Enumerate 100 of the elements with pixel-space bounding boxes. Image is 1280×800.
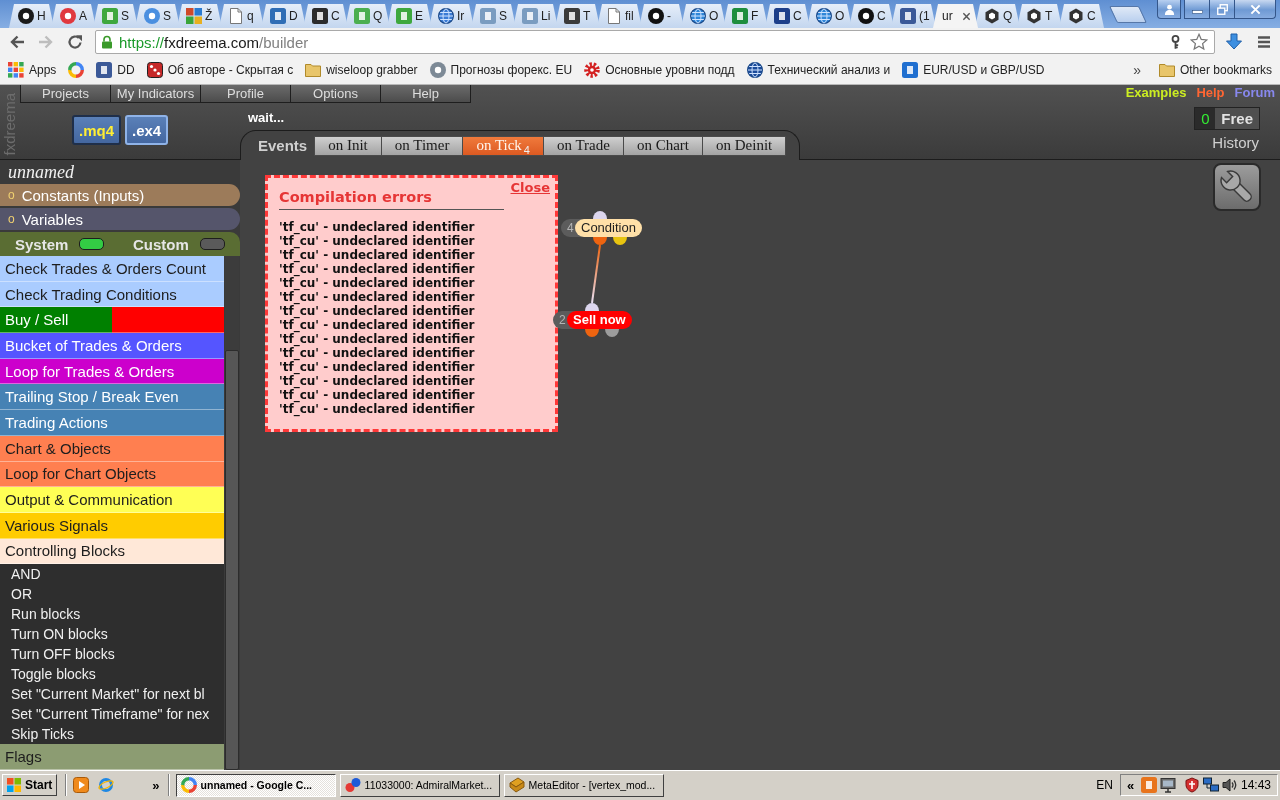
menu-tab[interactable]: Help <box>380 85 471 103</box>
bookmark[interactable]: Apps <box>8 59 57 81</box>
input-port-icon[interactable] <box>585 303 599 311</box>
browser-tab[interactable]: Li <box>513 4 558 28</box>
menu-icon[interactable] <box>1256 34 1272 50</box>
block-item[interactable]: Set "Current Timeframe" for nex <box>0 704 224 725</box>
profile-button[interactable] <box>1157 0 1181 19</box>
file-type-button[interactable]: .ex4 <box>125 115 169 145</box>
bookmark[interactable]: Технический анализ и <box>746 59 891 81</box>
browser-tab[interactable]: F <box>723 4 768 28</box>
network-icon[interactable] <box>1202 777 1219 793</box>
bookmark[interactable]: Прогнозы форекс. EU <box>429 59 573 81</box>
taskbar-button[interactable]: unnamed - Google C... <box>175 773 336 797</box>
category-item[interactable]: Check Trading Conditions <box>0 281 224 308</box>
browser-tab[interactable]: C <box>303 4 348 28</box>
browser-tab[interactable]: E <box>387 4 432 28</box>
category-item[interactable]: Chart & Objects <box>0 435 224 462</box>
block-node[interactable]: Sell now <box>567 311 632 329</box>
category-item[interactable]: Various Signals <box>0 512 224 539</box>
bookmark[interactable]: Об авторе - Скрытая с <box>146 59 294 81</box>
close-button[interactable] <box>1234 0 1276 19</box>
header-link[interactable]: Examples <box>1125 85 1187 100</box>
quick-launch-chevron[interactable]: » <box>152 777 160 793</box>
reload-icon[interactable] <box>67 34 83 50</box>
shield-icon[interactable] <box>1183 777 1200 793</box>
toggle-switch[interactable] <box>199 238 225 250</box>
browser-tab[interactable]: Ir <box>429 4 474 28</box>
restore-button[interactable] <box>1209 0 1235 19</box>
output-port-icon[interactable] <box>613 237 627 245</box>
play-icon[interactable] <box>73 777 90 793</box>
section-bar[interactable]: o Variables <box>0 208 240 230</box>
browser-tab[interactable]: (1 <box>891 4 936 28</box>
output-port-icon[interactable] <box>585 329 599 337</box>
menu-tab[interactable]: Options <box>290 85 381 103</box>
browser-tab[interactable]: q <box>219 4 264 28</box>
category-item[interactable]: Buy / Sell <box>0 307 224 334</box>
browser-tab[interactable]: A <box>51 4 96 28</box>
bookmark[interactable]: wiseloop grabber <box>305 59 418 81</box>
category-item[interactable]: Loop for Trades & Orders <box>0 358 224 385</box>
category-item[interactable]: Loop for Chart Objects <box>0 461 224 488</box>
browser-tab[interactable]: Ž <box>177 4 222 28</box>
address-field[interactable]: https://fxdreema.com/builder <box>95 30 1215 54</box>
browser-tab[interactable]: Q <box>345 4 390 28</box>
event-tab[interactable]: on Timer <box>380 135 464 156</box>
toggle-switch[interactable] <box>79 238 105 250</box>
block-item[interactable]: Run blocks <box>0 604 224 625</box>
close-icon[interactable] <box>961 11 971 21</box>
browser-tab[interactable]: O <box>807 4 852 28</box>
minimize-button[interactable] <box>1184 0 1210 19</box>
block-item[interactable]: Set "Current Market" for next bl <box>0 684 224 705</box>
block-item[interactable]: Turn OFF blocks <box>0 644 224 665</box>
category-item[interactable]: Check Trades & Orders Count <box>0 256 224 282</box>
taskbar-button[interactable]: 11033000: AdmiralMarket... <box>339 773 500 797</box>
menu-tab[interactable]: My Indicators <box>110 85 201 103</box>
block-item[interactable]: Skip Ticks <box>0 724 224 745</box>
block-item[interactable]: OR <box>0 584 224 605</box>
event-tab[interactable]: on Trade <box>543 135 624 156</box>
block-node[interactable]: Condition <box>575 219 642 237</box>
key-icon[interactable] <box>1171 34 1180 50</box>
category-item[interactable]: Output & Communication <box>0 487 224 513</box>
scrollbar-thumb[interactable] <box>225 350 239 770</box>
browser-tab[interactable]: S <box>93 4 138 28</box>
block-item[interactable]: Toggle blocks <box>0 664 224 685</box>
browser-tab[interactable]: D <box>261 4 306 28</box>
star-icon[interactable] <box>1190 33 1208 51</box>
bookmark[interactable] <box>68 59 85 81</box>
category-item[interactable]: Controlling Blocks <box>0 538 224 565</box>
browser-tab[interactable]: H <box>9 4 54 28</box>
bookmark[interactable]: EUR/USD и GBP/USD <box>902 59 1045 81</box>
browser-tab[interactable]: T <box>1017 4 1062 28</box>
browser-tab[interactable]: O <box>681 4 726 28</box>
download-icon[interactable] <box>1225 33 1243 51</box>
browser-tab[interactable]: C <box>849 4 894 28</box>
bookmark-folder[interactable]: Other bookmarks <box>1158 59 1272 81</box>
category-item[interactable]: Trading Actions <box>0 410 224 436</box>
browser-tab[interactable]: S <box>135 4 180 28</box>
tools-button[interactable] <box>1213 163 1261 211</box>
block-item[interactable]: AND <box>0 564 224 585</box>
bookmark[interactable]: Основные уровни подд <box>584 59 735 81</box>
browser-tab[interactable]: C <box>765 4 810 28</box>
taskbar-button[interactable]: MetaEditor - [vertex_mod... <box>503 773 664 797</box>
browser-tab[interactable]: C <box>1059 4 1104 28</box>
menu-tab[interactable]: Projects <box>20 85 111 103</box>
category-item[interactable]: Bucket of Trades & Orders <box>0 333 224 359</box>
start-button[interactable]: Start <box>2 774 58 796</box>
browser-tab[interactable]: ur <box>933 4 978 28</box>
browser-tab[interactable]: S <box>471 4 516 28</box>
output-port-icon[interactable] <box>593 237 607 245</box>
browser-tab[interactable]: Q <box>975 4 1020 28</box>
menu-tab[interactable]: Profile <box>200 85 291 103</box>
speaker-icon[interactable] <box>1221 777 1238 793</box>
language-indicator[interactable]: EN <box>1096 778 1113 792</box>
file-type-button[interactable]: .mq4 <box>72 115 121 145</box>
tray-chevron[interactable]: « <box>1127 777 1135 793</box>
section-bar[interactable]: o Constants (Inputs) <box>0 184 240 206</box>
history-link[interactable]: History <box>1212 134 1259 151</box>
category-item[interactable]: Flags <box>0 744 224 770</box>
bookmark[interactable]: DD <box>96 59 135 81</box>
back-icon[interactable] <box>9 34 25 50</box>
event-tab[interactable]: on Init <box>314 135 382 156</box>
